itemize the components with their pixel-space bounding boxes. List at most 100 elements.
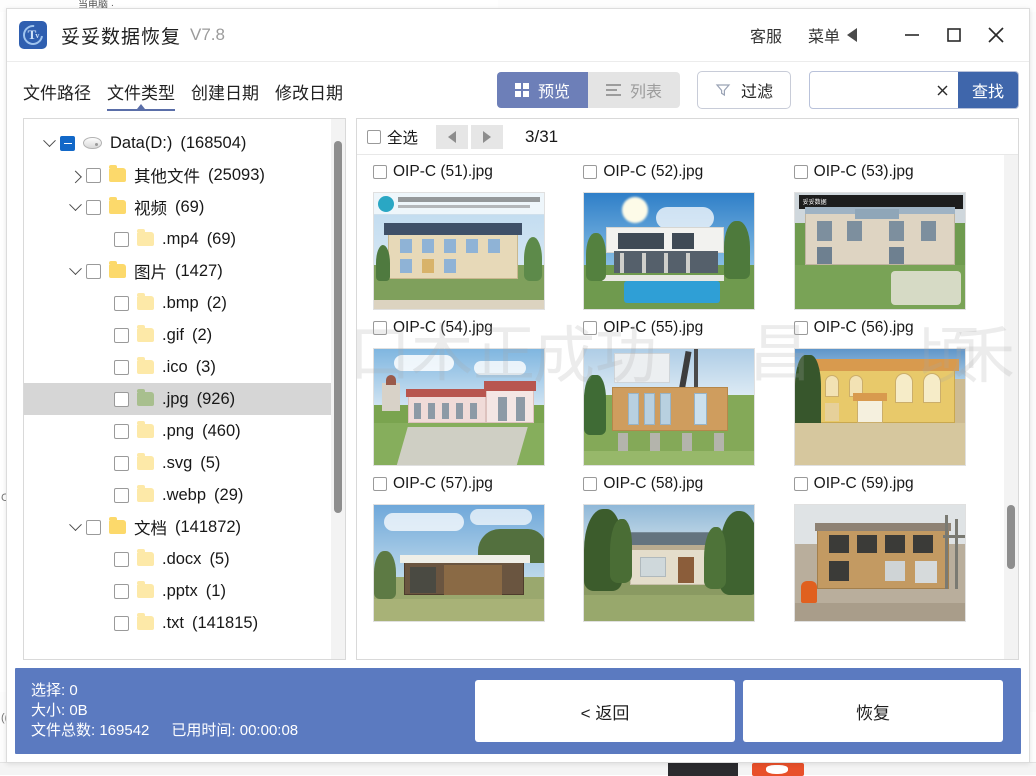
- folder-icon: [137, 616, 154, 630]
- file-checkbox[interactable]: [794, 477, 808, 491]
- file-name-row[interactable]: OIP-C (55).jpg: [575, 313, 785, 343]
- back-button[interactable]: < 返回: [475, 680, 735, 742]
- checkbox-icon[interactable]: [114, 232, 129, 247]
- tree-node-[interactable]: 视频(69): [24, 191, 331, 223]
- file-name-row[interactable]: OIP-C (56).jpg: [786, 313, 996, 343]
- tree-node-DataD[interactable]: Data(D:)(168504): [24, 127, 331, 159]
- tree-node-pptx[interactable]: .pptx(1): [24, 575, 331, 607]
- tree-node-bmp[interactable]: .bmp(2): [24, 287, 331, 319]
- tree-node-count: (168504): [180, 134, 246, 153]
- file-name-row[interactable]: OIP-C (54).jpg: [365, 313, 575, 343]
- file-checkbox[interactable]: [583, 477, 597, 491]
- selected-value: 0: [69, 682, 77, 699]
- tab-modify-date[interactable]: 修改日期: [275, 62, 343, 118]
- checkbox-icon[interactable]: [114, 392, 129, 407]
- thumbnail-image[interactable]: [373, 192, 545, 310]
- thumbnail-image[interactable]: [794, 348, 966, 466]
- file-checkbox[interactable]: [794, 321, 808, 335]
- tree-node-mp4[interactable]: .mp4(69): [24, 223, 331, 255]
- tree-node-[interactable]: 其他文件(25093): [24, 159, 331, 191]
- thumbnail-image[interactable]: [373, 348, 545, 466]
- tree-node-[interactable]: 图片(1427): [24, 255, 331, 287]
- tab-file-type[interactable]: 文件类型: [107, 62, 175, 118]
- tab-create-date[interactable]: 创建日期: [191, 62, 259, 118]
- file-checkbox[interactable]: [373, 165, 387, 179]
- checkbox-icon[interactable]: [86, 264, 101, 279]
- checkbox-icon[interactable]: [114, 328, 129, 343]
- file-name-row[interactable]: OIP-C (52).jpg: [575, 157, 785, 187]
- checkbox-icon[interactable]: [114, 296, 129, 311]
- minimize-button[interactable]: [891, 13, 933, 57]
- file-checkbox[interactable]: [583, 321, 597, 335]
- next-page-button[interactable]: [471, 125, 503, 149]
- clear-search-button[interactable]: [928, 72, 958, 108]
- thumbnail-image[interactable]: [583, 192, 755, 310]
- chevron-down-icon[interactable]: [64, 267, 86, 276]
- checkbox-icon[interactable]: [86, 168, 101, 183]
- thumbnail-image[interactable]: [583, 504, 755, 622]
- grid-scrollbar[interactable]: [1004, 155, 1018, 659]
- recover-button[interactable]: 恢复: [743, 680, 1003, 742]
- customer-support-button[interactable]: 客服: [750, 23, 782, 47]
- grid-scrollbar-thumb[interactable]: [1007, 505, 1015, 569]
- file-name-label: OIP-C (54).jpg: [393, 319, 493, 337]
- tree-node-webp[interactable]: .webp(29): [24, 479, 331, 511]
- tree-node-label: .svg: [162, 454, 192, 473]
- search-input[interactable]: [810, 72, 928, 108]
- tab-file-path[interactable]: 文件路径: [23, 62, 91, 118]
- chevron-right-icon[interactable]: [64, 171, 86, 180]
- tree-node-txt[interactable]: .txt(141815): [24, 607, 331, 639]
- tree-node-svg[interactable]: .svg(5): [24, 447, 331, 479]
- checkbox-icon[interactable]: [114, 360, 129, 375]
- tree-node-jpg[interactable]: .jpg(926): [24, 383, 331, 415]
- chevron-down-icon[interactable]: [38, 139, 60, 148]
- file-name-row[interactable]: OIP-C (58).jpg: [575, 469, 785, 499]
- thumbnail-image[interactable]: 妥妥数据: [794, 192, 966, 310]
- tree-node-ico[interactable]: .ico(3): [24, 351, 331, 383]
- checkbox-icon[interactable]: [114, 552, 129, 567]
- file-checkbox[interactable]: [794, 165, 808, 179]
- checkbox-icon[interactable]: [114, 456, 129, 471]
- total-files-group: 文件总数: 169542: [31, 721, 149, 741]
- thumbnail-image[interactable]: [794, 504, 966, 622]
- tree-node-png[interactable]: .png(460): [24, 415, 331, 447]
- tree-node-[interactable]: 文档(141872): [24, 511, 331, 543]
- maximize-button[interactable]: [933, 13, 975, 57]
- thumbnail-image[interactable]: [583, 348, 755, 466]
- thumbnail-image[interactable]: [373, 504, 545, 622]
- checkbox-icon[interactable]: [114, 616, 129, 631]
- taskbar-item-dark[interactable]: [668, 763, 738, 776]
- checkbox-icon[interactable]: [114, 584, 129, 599]
- file-checkbox[interactable]: [373, 321, 387, 335]
- checkbox-icon[interactable]: [86, 200, 101, 215]
- file-checkbox[interactable]: [373, 477, 387, 491]
- file-name-row[interactable]: OIP-C (57).jpg: [365, 469, 575, 499]
- file-name-row[interactable]: OIP-C (51).jpg: [365, 157, 575, 187]
- checkbox-icon[interactable]: [114, 424, 129, 439]
- tree-scrollbar[interactable]: [331, 119, 345, 659]
- tree-node-gif[interactable]: .gif(2): [24, 319, 331, 351]
- file-name-row[interactable]: OIP-C (53).jpg: [786, 157, 996, 187]
- checkbox-icon[interactable]: [86, 520, 101, 535]
- filter-button[interactable]: 过滤: [697, 71, 791, 109]
- search-button[interactable]: 查找: [958, 71, 1018, 109]
- tree-scrollbar-thumb[interactable]: [334, 141, 342, 513]
- checkbox-indeterminate-icon[interactable]: [60, 136, 75, 151]
- chevron-down-icon[interactable]: [64, 203, 86, 212]
- tree-node-label: 图片: [134, 259, 167, 283]
- file-name-row[interactable]: OIP-C (59).jpg: [786, 469, 996, 499]
- view-mode-preview-button[interactable]: 预览: [497, 72, 588, 108]
- checkbox-icon[interactable]: [114, 488, 129, 503]
- thumbnail-cell: OIP-C (55).jpg: [575, 187, 785, 343]
- tree-node-docx[interactable]: .docx(5): [24, 543, 331, 575]
- prev-page-button[interactable]: [436, 125, 468, 149]
- file-checkbox[interactable]: [583, 165, 597, 179]
- menu-button[interactable]: 菜单: [808, 23, 857, 47]
- taskbar[interactable]: [0, 762, 1036, 775]
- close-button[interactable]: [975, 13, 1017, 57]
- chevron-down-icon[interactable]: [64, 523, 86, 532]
- select-all-checkbox[interactable]: 全选: [367, 126, 418, 148]
- view-mode-list-button[interactable]: 列表: [588, 72, 680, 108]
- taskbar-item-browser-icon[interactable]: [752, 763, 804, 776]
- thumbnail-cell: OIP-C (51).jpg: [365, 155, 575, 187]
